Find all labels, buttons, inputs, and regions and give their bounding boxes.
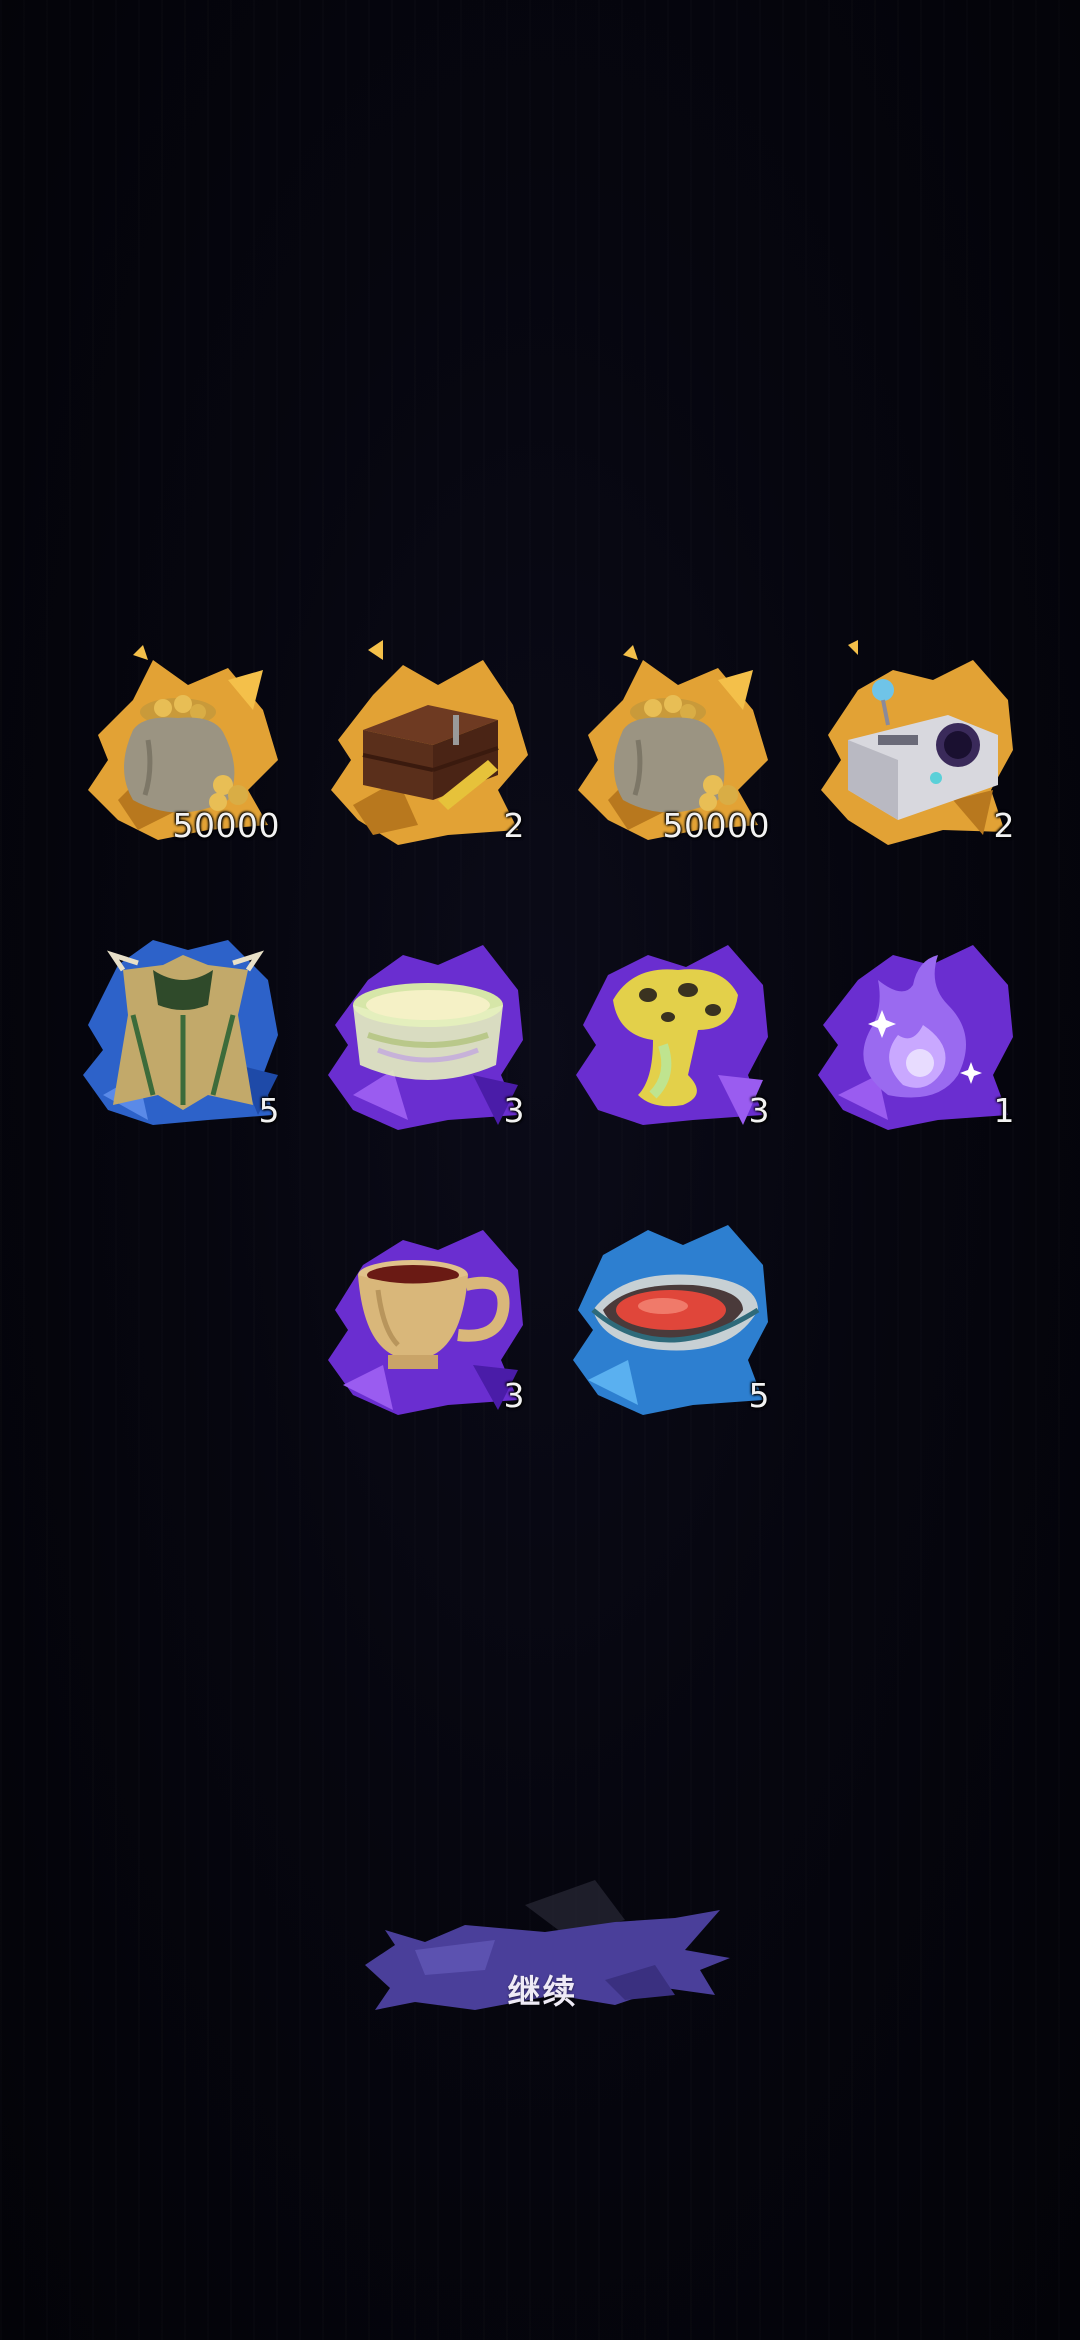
reward-item-spotted-fungus[interactable]: 3: [568, 925, 778, 1135]
chest-icon: [362, 705, 499, 810]
reward-quantity: 5: [748, 1376, 770, 1415]
cloak-icon: [106, 950, 265, 1110]
continue-button-label: 继续: [507, 1972, 578, 2011]
device-icon: [848, 679, 998, 820]
reward-quantity: 50000: [662, 806, 770, 845]
jar-icon: [353, 983, 503, 1080]
reward-quantity: 3: [748, 1091, 770, 1130]
reward-quantity: 5: [258, 1091, 280, 1130]
reward-quantity: 3: [503, 1091, 525, 1130]
coin-sack-icon: [614, 695, 738, 813]
reward-item-gold-sack-1[interactable]: 50000: [78, 640, 288, 850]
continue-button[interactable]: 继续: [355, 1870, 730, 2030]
reward-item-spirit-flame[interactable]: 1: [813, 925, 1023, 1135]
spirit-flame-icon: [863, 955, 982, 1098]
reward-item-tattered-cloak[interactable]: 5: [78, 925, 288, 1135]
reward-quantity: 2: [993, 806, 1015, 845]
cup-icon: [358, 1260, 510, 1369]
reward-quantity: 3: [503, 1376, 525, 1415]
reward-item-console-device[interactable]: 2: [813, 640, 1023, 850]
fungus-icon: [613, 969, 738, 1107]
reward-quantity: 50000: [172, 806, 280, 845]
reward-item-crystal-jar[interactable]: 3: [323, 925, 533, 1135]
reward-item-gold-sack-2[interactable]: 50000: [568, 640, 778, 850]
coin-sack-icon: [124, 695, 248, 813]
reward-quantity: 2: [503, 806, 525, 845]
reward-item-wooden-cup[interactable]: 3: [323, 1210, 533, 1420]
oyster-icon: [591, 1274, 760, 1351]
reward-item-treasure-chest[interactable]: 2: [323, 640, 533, 850]
reward-quantity: 1: [993, 1091, 1015, 1130]
reward-item-oyster-dish[interactable]: 5: [568, 1210, 778, 1420]
